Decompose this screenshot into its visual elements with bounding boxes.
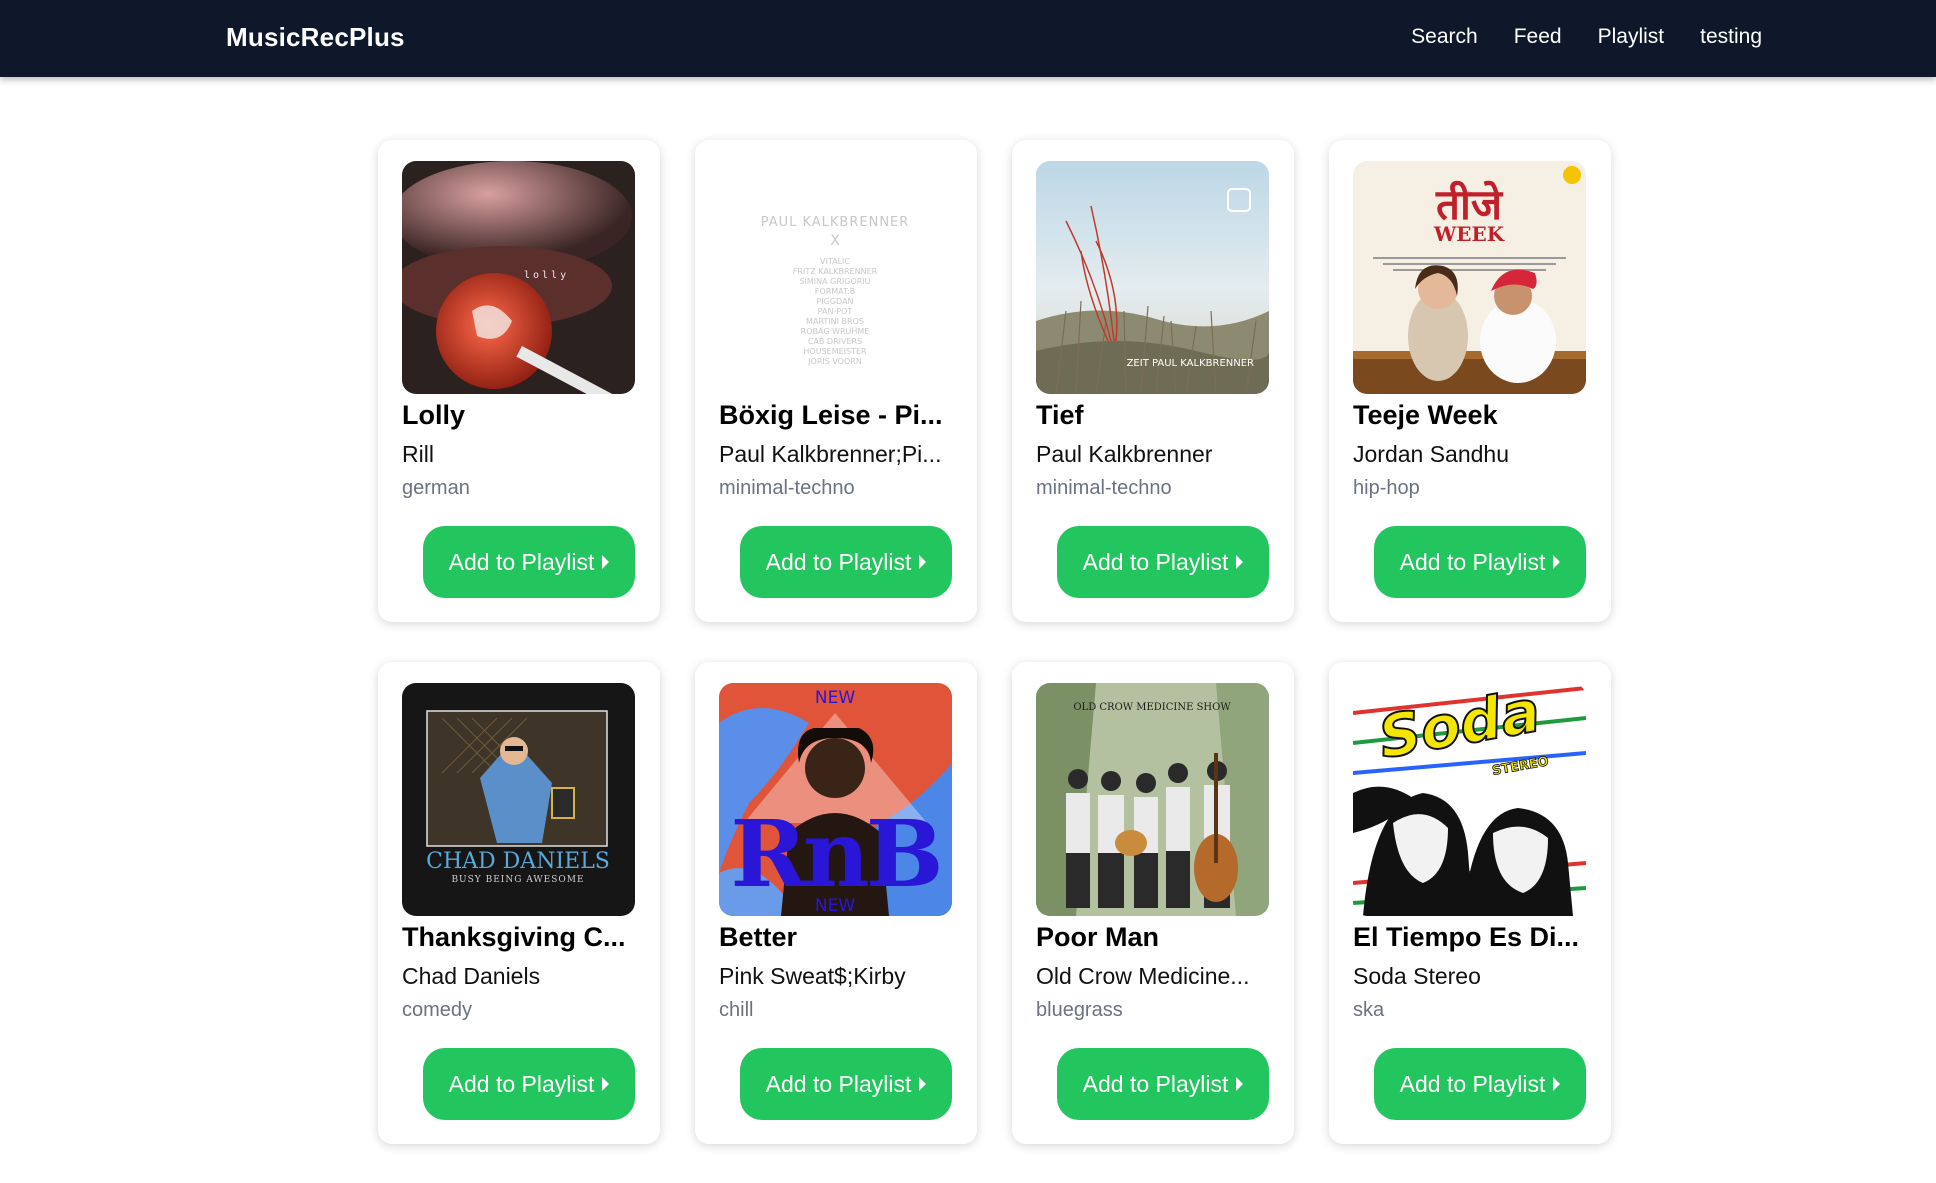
add-to-playlist-label: Add to Playlist [1399, 1070, 1546, 1097]
cover-text: SIMINA GRIGORIU [799, 277, 870, 286]
caret-right-icon [1553, 555, 1561, 569]
song-artist: Pink Sweat$;Kirby [719, 963, 906, 989]
song-genre: minimal-techno [719, 477, 855, 499]
song-title: Tief [1036, 400, 1084, 430]
caret-right-icon [1236, 555, 1244, 569]
add-to-playlist-button[interactable]: Add to Playlist [423, 526, 635, 598]
album-art: ZEIT PAUL KALKBRENNER [1036, 161, 1269, 394]
cover-text: JORIS VOORN [807, 357, 862, 366]
cover-text: FRITZ KALKBRENNER [793, 267, 878, 276]
add-to-playlist-label: Add to Playlist [448, 1070, 595, 1097]
nav-links: Search Feed Playlist testing [1411, 25, 1762, 49]
nav-link-playlist[interactable]: Playlist [1598, 25, 1665, 49]
cover-text: PAN-POT [818, 307, 853, 316]
song-artist: Paul Kalkbrenner;Pi... [719, 441, 942, 467]
album-art: Soda STEREO [1353, 683, 1586, 916]
song-title: Thanksgiving C... [402, 922, 626, 952]
caret-right-icon [919, 555, 927, 569]
add-to-playlist-button[interactable]: Add to Playlist [1057, 1048, 1269, 1120]
song-artist: Soda Stereo [1353, 963, 1481, 989]
cover-text: ZEIT PAUL KALKBRENNER [1127, 358, 1254, 369]
cover-text: FORMAT:B [815, 287, 855, 296]
add-to-playlist-label: Add to Playlist [1082, 548, 1229, 575]
song-title: Poor Man [1036, 922, 1160, 952]
song-artist: Rill [402, 441, 434, 467]
song-grid: lolly Lolly Rill german Add to Playlist … [378, 140, 1611, 1144]
add-to-playlist-label: Add to Playlist [1082, 1070, 1229, 1097]
cover-text: CHAD DANIELS [426, 849, 610, 874]
song-card: PAUL KALKBRENNER X VITALIC FRITZ KALKBRE… [695, 140, 977, 622]
song-card: ZEIT PAUL KALKBRENNER Tief Paul Kalkbren… [1012, 140, 1294, 622]
add-to-playlist-button[interactable]: Add to Playlist [1374, 526, 1586, 598]
song-card: CHAD DANIELS BUSY BEING AWESOME Thanksgi… [378, 662, 660, 1144]
cover-text: OLD CROW MEDICINE SHOW [1073, 702, 1231, 713]
song-artist: Chad Daniels [402, 963, 541, 989]
add-to-playlist-label: Add to Playlist [1399, 548, 1546, 575]
cover-text: MARTINI BROS [806, 317, 864, 326]
add-to-playlist-button[interactable]: Add to Playlist [1374, 1048, 1586, 1120]
song-genre: bluegrass [1036, 999, 1123, 1021]
song-genre: german [402, 477, 470, 499]
cover-text: lolly [524, 270, 569, 281]
song-title: Lolly [402, 400, 466, 430]
song-card: OLD CROW MEDICINE SHOW Poor Man Old Crow… [1012, 662, 1294, 1144]
song-card: lolly Lolly Rill german Add to Playlist [378, 140, 660, 622]
song-artist: Jordan Sandhu [1353, 441, 1510, 467]
nav-link-user[interactable]: testing [1700, 25, 1762, 49]
song-title: El Tiempo Es Di... [1353, 922, 1580, 952]
album-art: CHAD DANIELS BUSY BEING AWESOME [402, 683, 635, 916]
song-artist: Paul Kalkbrenner [1036, 441, 1213, 467]
navbar: MusicRecPlus Search Feed Playlist testin… [0, 0, 1936, 77]
add-to-playlist-label: Add to Playlist [765, 1070, 912, 1097]
song-genre: minimal-techno [1036, 477, 1172, 499]
song-card: तीजे WEEK Teeje Week Jordan Sandhu hip-h… [1329, 140, 1611, 622]
add-to-playlist-button[interactable]: Add to Playlist [423, 1048, 635, 1120]
nav-link-search[interactable]: Search [1411, 25, 1478, 49]
brand-logo[interactable]: MusicRecPlus [226, 22, 405, 53]
album-art: तीजे WEEK [1353, 161, 1586, 394]
song-genre: chill [719, 999, 754, 1021]
caret-right-icon [1236, 1077, 1244, 1091]
cover-text: PIGGDAN [816, 297, 853, 306]
song-artist: Old Crow Medicine... [1036, 963, 1250, 989]
song-title: Teeje Week [1353, 400, 1498, 430]
caret-right-icon [1553, 1077, 1561, 1091]
album-art: OLD CROW MEDICINE SHOW [1036, 683, 1269, 916]
album-art: PAUL KALKBRENNER X VITALIC FRITZ KALKBRE… [719, 161, 952, 394]
cover-text: BUSY BEING AWESOME [451, 875, 584, 885]
song-genre: ska [1353, 999, 1385, 1021]
cover-text: CAB DRIVERS [808, 337, 862, 346]
song-card: NEW RnB NEW Better Pink Sweat$;Kirby chi… [695, 662, 977, 1144]
song-card: Soda STEREO El Tiempo Es Di... Soda Ster… [1329, 662, 1611, 1144]
cover-text: NEW [815, 688, 855, 708]
nav-link-feed[interactable]: Feed [1514, 25, 1562, 49]
add-to-playlist-button[interactable]: Add to Playlist [740, 1048, 952, 1120]
song-genre: comedy [402, 999, 473, 1021]
album-art: NEW RnB NEW [719, 683, 952, 916]
add-to-playlist-label: Add to Playlist [448, 548, 595, 575]
song-title: Better [719, 922, 798, 952]
add-to-playlist-button[interactable]: Add to Playlist [1057, 526, 1269, 598]
cover-text: NEW [815, 896, 855, 916]
add-to-playlist-label: Add to Playlist [765, 548, 912, 575]
cover-text: HOUSEMEISTER [803, 347, 867, 356]
album-art: lolly [402, 161, 635, 394]
caret-right-icon [919, 1077, 927, 1091]
cover-text: RnB [730, 800, 939, 908]
cover-text: VITALIC [820, 257, 850, 266]
cover-text: PAUL KALKBRENNER [761, 215, 910, 230]
caret-right-icon [602, 1077, 610, 1091]
song-title: Böxig Leise - Pi... [719, 400, 943, 430]
caret-right-icon [602, 555, 610, 569]
cover-text: X [830, 233, 840, 249]
song-genre: hip-hop [1353, 477, 1420, 499]
cover-text: WEEK [1433, 222, 1505, 246]
add-to-playlist-button[interactable]: Add to Playlist [740, 526, 952, 598]
cover-text: ROBAG WRUHME [801, 327, 870, 336]
